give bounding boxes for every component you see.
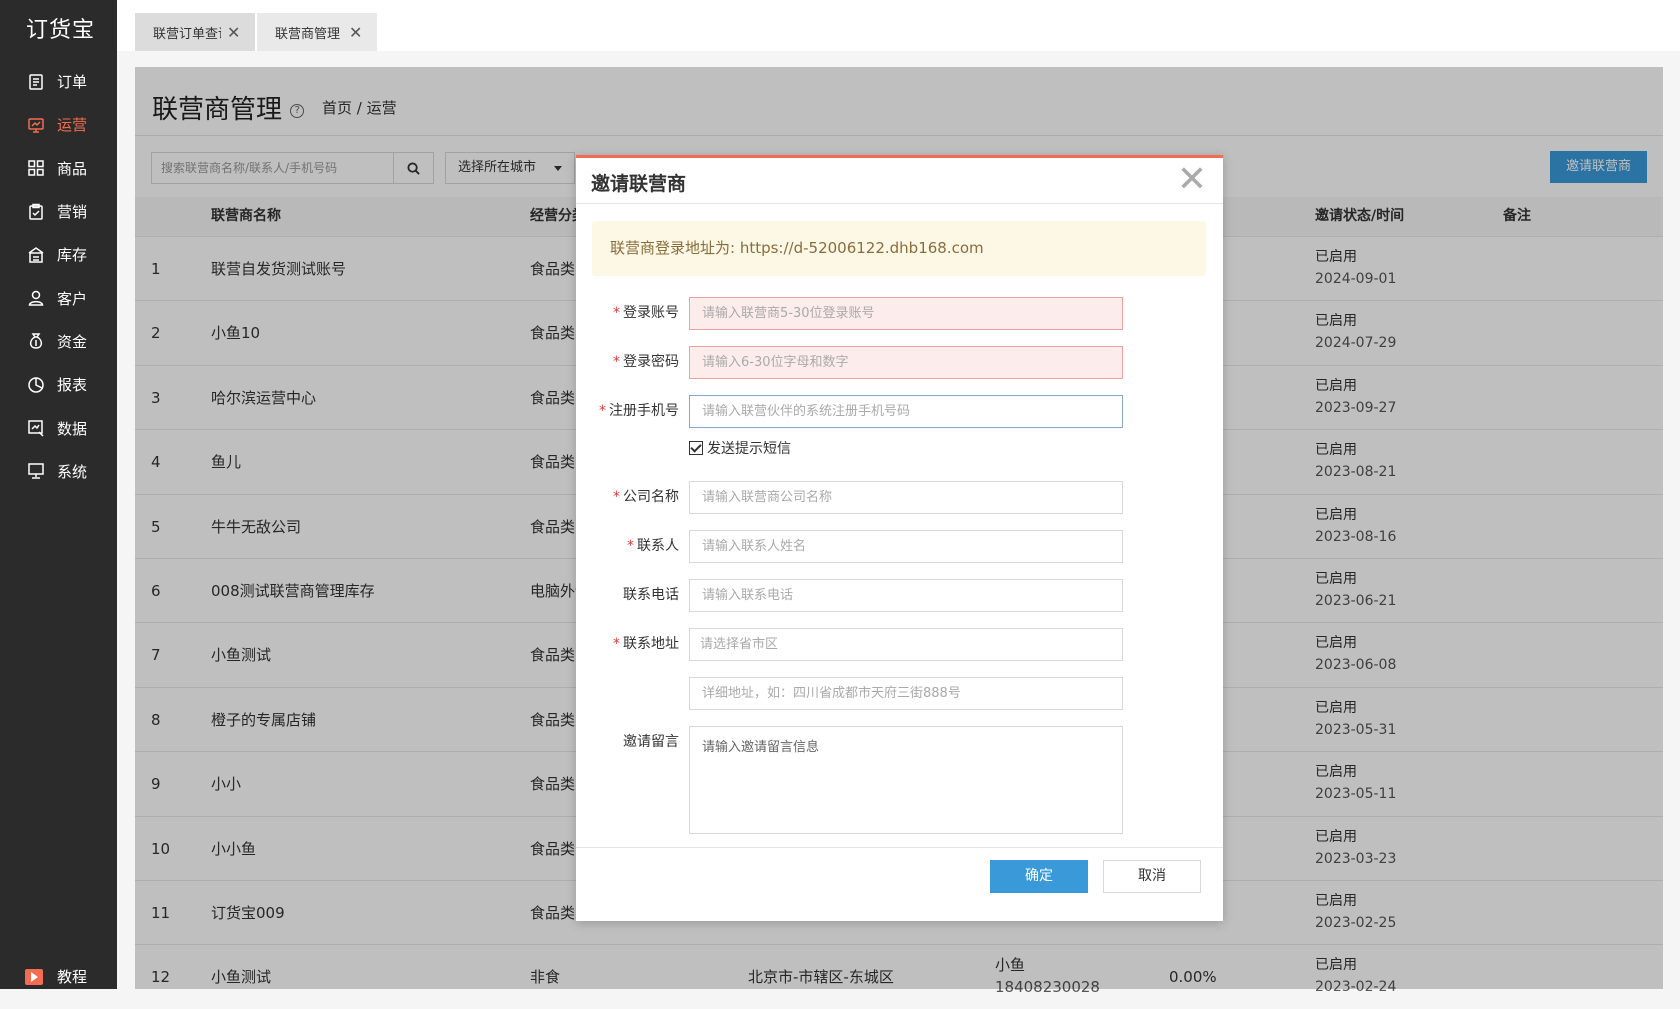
pie-chart-icon: [28, 376, 44, 393]
message-textarea[interactable]: 请输入邀请留言信息: [689, 726, 1123, 834]
money-bag-icon: [29, 333, 43, 350]
required-mark: *: [613, 354, 620, 370]
sidebar-item-label: 数据: [57, 419, 88, 438]
customer-icon: [28, 290, 44, 306]
product-icon: [28, 160, 44, 176]
contact-label: * 联系人: [627, 530, 679, 563]
required-mark: *: [613, 305, 620, 321]
divider: [576, 847, 1223, 848]
tutorial-link[interactable]: 教程: [25, 966, 87, 987]
account-label-text: 登录账号: [623, 305, 679, 321]
tab-label: 联营商管理: [275, 26, 341, 42]
account-input[interactable]: 请输入联营商5-30位登录账号: [689, 297, 1123, 330]
divider: [576, 203, 1223, 204]
monitor-icon: [28, 463, 44, 480]
tutorial-label: 教程: [57, 968, 88, 986]
required-mark: *: [613, 636, 620, 652]
address-label: * 联系地址: [613, 628, 679, 661]
tel-input[interactable]: 请输入联系电话: [689, 579, 1123, 612]
send-sms-label: 发送提示短信: [707, 441, 791, 457]
password-input[interactable]: 请输入6-30位字母和数字: [689, 346, 1123, 379]
send-sms-checkbox[interactable]: 发送提示短信: [689, 438, 791, 458]
sidebar-item-order[interactable]: 订单: [0, 60, 117, 103]
sidebar-item-label: 资金: [57, 332, 88, 351]
password-label-text: 登录密码: [623, 354, 679, 370]
close-icon[interactable]: ✕: [349, 23, 362, 42]
phone-input[interactable]: 请输入联营伙伴的系统注册手机号码: [689, 395, 1123, 428]
message-label: 邀请留言: [623, 734, 679, 750]
sidebar-item-label: 订单: [57, 73, 88, 92]
sidebar-item-warehouse[interactable]: 库存: [0, 233, 117, 276]
contact-label-text: 联系人: [637, 538, 679, 554]
company-label-text: 公司名称: [623, 489, 679, 505]
marketing-icon: [29, 203, 43, 220]
operation-icon: [28, 118, 44, 133]
dialog-title: 邀请联营商: [591, 173, 687, 195]
address-label-text: 联系地址: [623, 636, 679, 652]
address-detail-input[interactable]: 详细地址，如：四川省成都市天府三街888号: [689, 677, 1123, 710]
sidebar-item-system[interactable]: 系统: [0, 450, 117, 493]
sidebar: 订货宝 订单 运营 商品 营销 库存 客户 资金 报表 数据 系统 教程: [0, 0, 117, 989]
close-icon[interactable]: ✕: [1177, 160, 1207, 200]
required-mark: *: [599, 403, 606, 419]
sidebar-item-label: 运营: [57, 116, 88, 135]
sidebar-item-label: 客户: [57, 289, 88, 308]
sidebar-item-label: 系统: [57, 462, 88, 481]
sidebar-item-label: 营销: [57, 203, 88, 222]
password-label: * 登录密码: [613, 346, 679, 379]
warehouse-icon: [28, 246, 44, 263]
account-label: * 登录账号: [613, 297, 679, 330]
sidebar-item-label: 报表: [57, 376, 88, 395]
login-url-notice: 联营商登录地址为: https://d-52006122.dhb168.com: [592, 221, 1206, 276]
region-select[interactable]: 请选择省市区: [689, 628, 1123, 661]
sidebar-item-data[interactable]: 数据: [0, 406, 117, 449]
close-icon[interactable]: ✕: [227, 23, 240, 42]
sidebar-nav: 订单 运营 商品 营销 库存 客户 资金 报表 数据 系统: [0, 60, 117, 493]
sidebar-item-label: 商品: [57, 159, 88, 178]
required-mark: *: [627, 538, 634, 554]
sidebar-item-report[interactable]: 报表: [0, 363, 117, 406]
sidebar-item-product[interactable]: 商品: [0, 147, 117, 190]
sidebar-item-customer[interactable]: 客户: [0, 276, 117, 319]
confirm-button[interactable]: 确定: [990, 860, 1088, 893]
phone-label: * 注册手机号: [599, 395, 679, 428]
tab-bar: 联营订单查询 ✕ 联营商管理 ✕: [117, 0, 1680, 51]
data-analysis-icon: [28, 420, 44, 437]
app-logo: 订货宝: [26, 18, 96, 43]
tab-order-query[interactable]: 联营订单查询 ✕: [135, 13, 255, 51]
sidebar-item-label: 库存: [57, 246, 88, 265]
tab-partner-management[interactable]: 联营商管理 ✕: [257, 13, 377, 51]
required-mark: *: [613, 489, 620, 505]
sidebar-item-marketing[interactable]: 营销: [0, 190, 117, 233]
tab-label: 联营订单查询: [153, 26, 221, 42]
phone-label-text: 注册手机号: [609, 403, 679, 419]
company-label: * 公司名称: [613, 481, 679, 514]
cancel-button[interactable]: 取消: [1103, 860, 1201, 893]
invite-partner-dialog: 邀请联营商 ✕ 联营商登录地址为: https://d-52006122.dhb…: [576, 155, 1223, 921]
contact-input[interactable]: 请输入联系人姓名: [689, 530, 1123, 563]
checkbox-checked-icon[interactable]: [689, 441, 703, 455]
company-input[interactable]: 请输入联营商公司名称: [689, 481, 1123, 514]
play-icon: [25, 968, 43, 985]
sidebar-item-operation[interactable]: 运营: [0, 103, 117, 146]
sidebar-item-money[interactable]: 资金: [0, 320, 117, 363]
tel-label: 联系电话: [623, 587, 679, 603]
order-icon: [29, 73, 43, 90]
